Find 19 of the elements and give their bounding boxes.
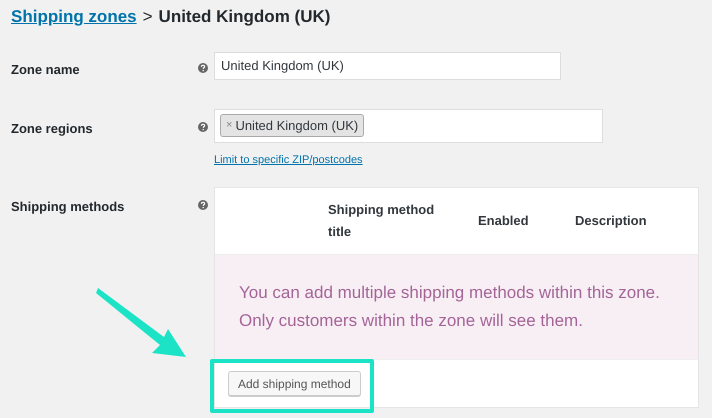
field-label: Zone name [11, 60, 81, 78]
column-header: Description [575, 212, 647, 230]
field-label: Shipping methods [11, 198, 126, 216]
pointer-arrow-icon [96, 285, 188, 359]
help-icon [198, 62, 208, 72]
zone-name-input[interactable]: United Kingdom (UK) [214, 52, 561, 80]
empty-state-message: You can add multiple shipping methods within this zone. Only customers within the zone will see them. [239, 282, 661, 332]
column-header: Enabled [478, 212, 530, 230]
page-title: United Kingdom (UK) [158, 6, 330, 28]
zone-regions-field[interactable]: × United Kingdom (UK) [214, 108, 603, 142]
help-icon [198, 122, 208, 132]
column-header: Shipping method title [328, 201, 436, 241]
breadcrumb-link[interactable]: Shipping zones [11, 4, 137, 30]
field-label: Zone regions [11, 120, 94, 138]
breadcrumb-separator: > [142, 6, 153, 28]
postcodes-link[interactable]: Limit to specific ZIP/postcodes [214, 152, 603, 168]
help-icon [198, 200, 208, 210]
tag-label: United Kingdom (UK) [235, 116, 358, 135]
add-shipping-method-button[interactable]: Add shipping method [228, 371, 361, 396]
